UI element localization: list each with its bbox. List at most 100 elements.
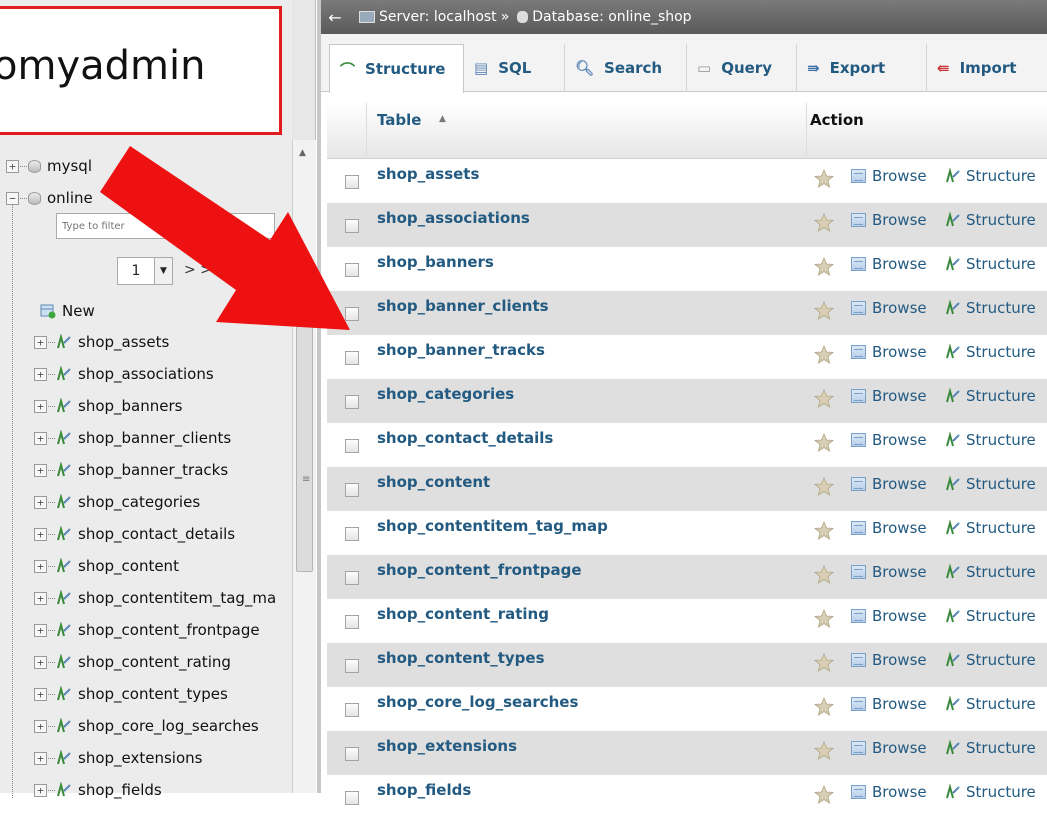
page-select[interactable]: 1 ▼ — [117, 257, 173, 285]
nav-table-label[interactable]: shop_associations — [78, 365, 214, 383]
favorite-star-icon[interactable] — [814, 609, 834, 629]
nav-table-item[interactable]: + shop_fields — [6, 775, 162, 805]
table-name-link[interactable]: shop_core_log_searches — [377, 693, 578, 711]
table-name-link[interactable]: shop_contentitem_tag_map — [377, 517, 608, 535]
nav-table-label[interactable]: shop_assets — [78, 333, 169, 351]
row-checkbox[interactable] — [345, 351, 359, 365]
table-name-link[interactable]: shop_banner_tracks — [377, 341, 545, 359]
chevron-down-icon[interactable]: ▼ — [154, 258, 172, 284]
nav-table-label[interactable]: shop_banners — [78, 397, 182, 415]
row-checkbox[interactable] — [345, 395, 359, 409]
expand-icon[interactable]: + — [34, 527, 47, 541]
table-name-link[interactable]: shop_content_frontpage — [377, 561, 582, 579]
nav-table-item[interactable]: + shop_content_frontpage — [6, 615, 260, 645]
expand-icon[interactable]: + — [34, 399, 47, 413]
row-checkbox[interactable] — [345, 527, 359, 541]
table-name-link[interactable]: shop_banners — [377, 253, 494, 271]
table-name-link[interactable]: shop_content_types — [377, 649, 545, 667]
expand-icon[interactable]: + — [34, 655, 47, 669]
row-checkbox[interactable] — [345, 263, 359, 277]
nav-table-item[interactable]: + shop_associations — [6, 359, 214, 389]
table-name-link[interactable]: shop_categories — [377, 385, 514, 403]
favorite-star-icon[interactable] — [814, 697, 834, 717]
browse-link[interactable]: Browse — [851, 211, 927, 229]
structure-link[interactable]: Structure — [945, 387, 1036, 405]
structure-link[interactable]: Structure — [945, 651, 1036, 669]
db-item-online-shop[interactable]: − online — [6, 183, 93, 213]
browse-link[interactable]: Browse — [851, 431, 927, 449]
scroll-up-icon[interactable]: ▲ — [299, 148, 306, 158]
new-table-label[interactable]: New — [62, 302, 95, 320]
favorite-star-icon[interactable] — [814, 301, 834, 321]
favorite-star-icon[interactable] — [814, 785, 834, 805]
favorite-star-icon[interactable] — [814, 257, 834, 277]
nav-table-item[interactable]: + shop_banners — [6, 391, 182, 421]
nav-table-label[interactable]: shop_fields — [78, 781, 162, 799]
browse-link[interactable]: Browse — [851, 167, 927, 185]
favorite-star-icon[interactable] — [814, 565, 834, 585]
db-label[interactable]: mysql — [47, 157, 92, 175]
browse-link[interactable]: Browse — [851, 343, 927, 361]
nav-table-item[interactable]: + shop_contact_details — [6, 519, 235, 549]
browse-link[interactable]: Browse — [851, 563, 927, 581]
table-name-link[interactable]: shop_assets — [377, 165, 479, 183]
browse-link[interactable]: Browse — [851, 475, 927, 493]
breadcrumb-server[interactable]: Server: localhost — [379, 9, 497, 25]
tab-import[interactable]: ⇚ Import — [927, 44, 1047, 92]
next-page-link[interactable]: > >> — [184, 262, 224, 278]
nav-table-item[interactable]: + shop_core_log_searches — [6, 711, 259, 741]
structure-link[interactable]: Structure — [945, 783, 1036, 801]
back-arrow-icon[interactable]: ← — [321, 8, 349, 27]
favorite-star-icon[interactable] — [814, 477, 834, 497]
browse-link[interactable]: Browse — [851, 255, 927, 273]
table-name-link[interactable]: shop_associations — [377, 209, 530, 227]
row-checkbox[interactable] — [345, 659, 359, 673]
nav-table-item[interactable]: + shop_contentitem_tag_ma — [6, 583, 276, 613]
sort-ascending-icon[interactable]: ▲ — [439, 114, 446, 124]
row-checkbox[interactable] — [345, 439, 359, 453]
table-name-link[interactable]: shop_fields — [377, 781, 471, 799]
tab-sql[interactable]: ▤ SQL — [464, 44, 565, 92]
tab-search[interactable]: 🔍︎ Search — [565, 44, 687, 92]
browse-link[interactable]: Browse — [851, 739, 927, 757]
favorite-star-icon[interactable] — [814, 741, 834, 761]
expand-icon[interactable]: + — [34, 495, 47, 509]
row-checkbox[interactable] — [345, 483, 359, 497]
nav-table-item[interactable]: + shop_content_rating — [6, 647, 231, 677]
structure-link[interactable]: Structure — [945, 211, 1036, 229]
favorite-star-icon[interactable] — [814, 433, 834, 453]
expand-icon[interactable]: + — [6, 159, 19, 173]
structure-link[interactable]: Structure — [945, 299, 1036, 317]
row-checkbox[interactable] — [345, 219, 359, 233]
nav-table-label[interactable]: shop_banner_clients — [78, 429, 231, 447]
nav-table-item[interactable]: + shop_banner_tracks — [6, 455, 228, 485]
collapse-icon[interactable]: − — [6, 191, 19, 205]
nav-table-label[interactable]: shop_content — [78, 557, 179, 575]
row-checkbox[interactable] — [345, 791, 359, 805]
browse-link[interactable]: Browse — [851, 783, 927, 801]
nav-table-label[interactable]: shop_categories — [78, 493, 200, 511]
browse-link[interactable]: Browse — [851, 387, 927, 405]
favorite-star-icon[interactable] — [814, 389, 834, 409]
row-checkbox[interactable] — [345, 615, 359, 629]
expand-icon[interactable]: + — [34, 719, 47, 733]
row-checkbox[interactable] — [345, 307, 359, 321]
expand-icon[interactable]: + — [34, 335, 47, 349]
expand-icon[interactable]: + — [34, 783, 47, 797]
browse-link[interactable]: Browse — [851, 519, 927, 537]
structure-link[interactable]: Structure — [945, 695, 1036, 713]
nav-table-label[interactable]: shop_banner_tracks — [78, 461, 228, 479]
expand-icon[interactable]: + — [34, 431, 47, 445]
nav-table-item[interactable]: + shop_content — [6, 551, 179, 581]
expand-icon[interactable]: + — [34, 687, 47, 701]
expand-icon[interactable]: + — [34, 367, 47, 381]
nav-table-label[interactable]: shop_content_rating — [78, 653, 231, 671]
favorite-star-icon[interactable] — [814, 521, 834, 541]
expand-icon[interactable]: + — [34, 751, 47, 765]
row-checkbox[interactable] — [345, 747, 359, 761]
structure-link[interactable]: Structure — [945, 255, 1036, 273]
structure-link[interactable]: Structure — [945, 167, 1036, 185]
nav-table-item[interactable]: + shop_categories — [6, 487, 200, 517]
expand-icon[interactable]: + — [34, 559, 47, 573]
structure-link[interactable]: Structure — [945, 431, 1036, 449]
